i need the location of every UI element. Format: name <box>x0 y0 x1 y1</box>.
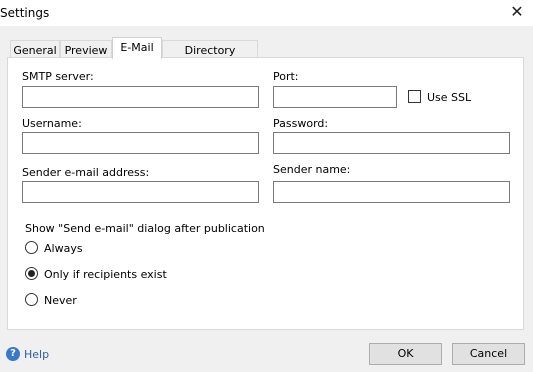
port-input[interactable] <box>273 86 397 108</box>
sender-address-input[interactable] <box>22 181 259 203</box>
sender-name-input[interactable] <box>273 181 510 203</box>
use-ssl-label: Use SSL <box>427 91 472 104</box>
smtp-server-label: SMTP server: <box>22 70 94 83</box>
radio-never-label[interactable]: Never <box>44 294 77 307</box>
title-bar: Settings ✕ <box>0 0 533 26</box>
help-icon[interactable]: ? <box>6 347 20 361</box>
radio-never[interactable] <box>25 293 38 306</box>
send-dialog-heading: Show "Send e-mail" dialog after publicat… <box>25 222 265 235</box>
smtp-server-input[interactable] <box>22 86 259 108</box>
ok-button[interactable]: OK <box>369 343 442 365</box>
window-title: Settings <box>0 6 50 20</box>
password-label: Password: <box>273 117 329 130</box>
use-ssl-checkbox[interactable] <box>408 90 421 103</box>
password-input[interactable] <box>273 132 510 154</box>
tab-email[interactable]: E-Mail <box>112 37 162 59</box>
close-icon[interactable]: ✕ <box>507 2 527 22</box>
radio-always-label[interactable]: Always <box>44 242 83 255</box>
radio-only-if-recipients-label[interactable]: Only if recipients exist <box>44 268 167 281</box>
cancel-button[interactable]: Cancel <box>452 343 525 365</box>
username-input[interactable] <box>22 132 259 154</box>
port-label: Port: <box>273 70 299 83</box>
sender-address-label: Sender e-mail address: <box>22 166 150 179</box>
radio-always[interactable] <box>25 241 38 254</box>
username-label: Username: <box>22 117 82 130</box>
help-link[interactable]: Help <box>24 348 49 361</box>
radio-only-if-recipients[interactable] <box>25 267 38 280</box>
sender-name-label: Sender name: <box>273 163 351 176</box>
